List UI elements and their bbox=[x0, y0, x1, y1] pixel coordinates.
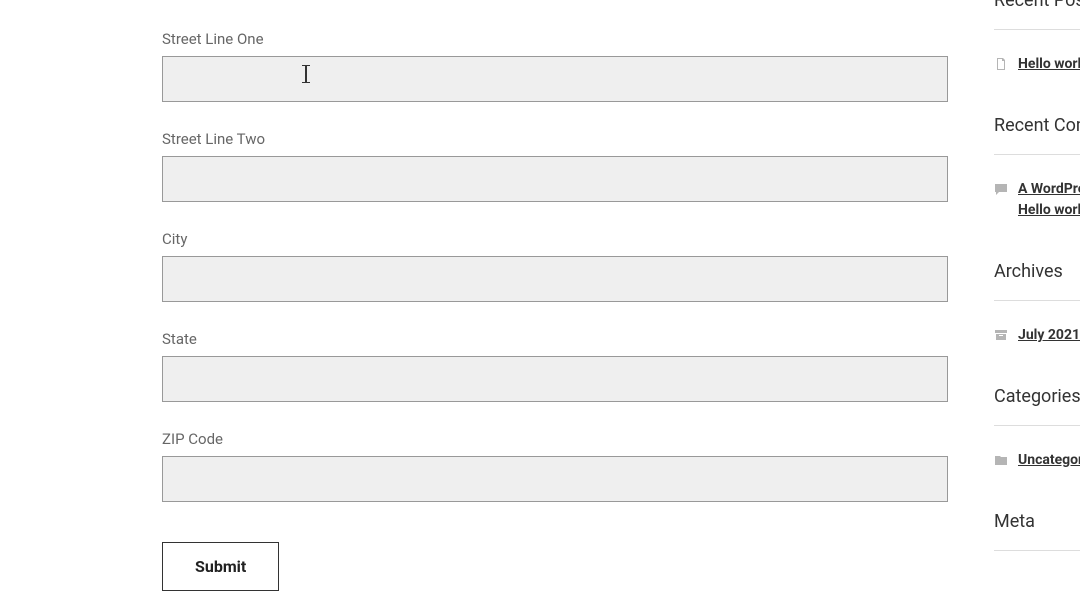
state-field: State bbox=[162, 330, 948, 402]
categories-list: Uncategorized bbox=[994, 450, 1080, 471]
recent-comments-title: Recent Comments bbox=[994, 115, 1080, 155]
comment-icon bbox=[994, 182, 1008, 196]
list-item: A WordPress Commenter on Hello world! bbox=[994, 179, 1080, 221]
recent-posts-title: Recent Posts bbox=[994, 0, 1080, 30]
address-form: Street Line One Street Line Two City Sta… bbox=[162, 30, 948, 591]
zip-field: ZIP Code bbox=[162, 430, 948, 502]
recent-posts-list: Hello world! bbox=[994, 54, 1080, 75]
city-input[interactable] bbox=[162, 256, 948, 302]
city-field: City bbox=[162, 230, 948, 302]
list-item: July 2021 bbox=[994, 325, 1080, 346]
submit-button[interactable]: Submit bbox=[162, 542, 279, 591]
archives-title: Archives bbox=[994, 261, 1080, 301]
recent-comments-widget: Recent Comments A WordPress Commenter on… bbox=[994, 115, 1080, 221]
recent-comment-link[interactable]: A WordPress Commenter on Hello world! bbox=[1018, 179, 1080, 221]
state-input[interactable] bbox=[162, 356, 948, 402]
zip-label: ZIP Code bbox=[162, 430, 948, 448]
street-line-two-label: Street Line Two bbox=[162, 130, 948, 148]
archives-list: July 2021 bbox=[994, 325, 1080, 346]
street-line-one-input[interactable] bbox=[162, 56, 948, 102]
recent-comments-list: A WordPress Commenter on Hello world! bbox=[994, 179, 1080, 221]
archive-icon bbox=[994, 328, 1008, 342]
categories-title: Categories bbox=[994, 386, 1080, 426]
recent-post-link[interactable]: Hello world! bbox=[1018, 54, 1080, 75]
city-label: City bbox=[162, 230, 948, 248]
category-link[interactable]: Uncategorized bbox=[1018, 450, 1080, 471]
categories-widget: Categories Uncategorized bbox=[994, 386, 1080, 471]
recent-posts-widget: Recent Posts Hello world! bbox=[994, 0, 1080, 75]
sidebar: Recent Posts Hello world! Recent Comment… bbox=[994, 0, 1080, 591]
archive-link[interactable]: July 2021 bbox=[1018, 325, 1080, 346]
list-item: Uncategorized bbox=[994, 450, 1080, 471]
street-line-two-input[interactable] bbox=[162, 156, 948, 202]
document-icon bbox=[994, 57, 1008, 71]
archives-widget: Archives July 2021 bbox=[994, 261, 1080, 346]
state-label: State bbox=[162, 330, 948, 348]
street-line-one-field: Street Line One bbox=[162, 30, 948, 102]
meta-widget: Meta bbox=[994, 511, 1080, 551]
list-item: Hello world! bbox=[994, 54, 1080, 75]
meta-title: Meta bbox=[994, 511, 1080, 551]
folder-icon bbox=[994, 453, 1008, 467]
zip-input[interactable] bbox=[162, 456, 948, 502]
street-line-one-label: Street Line One bbox=[162, 30, 948, 48]
street-line-two-field: Street Line Two bbox=[162, 130, 948, 202]
